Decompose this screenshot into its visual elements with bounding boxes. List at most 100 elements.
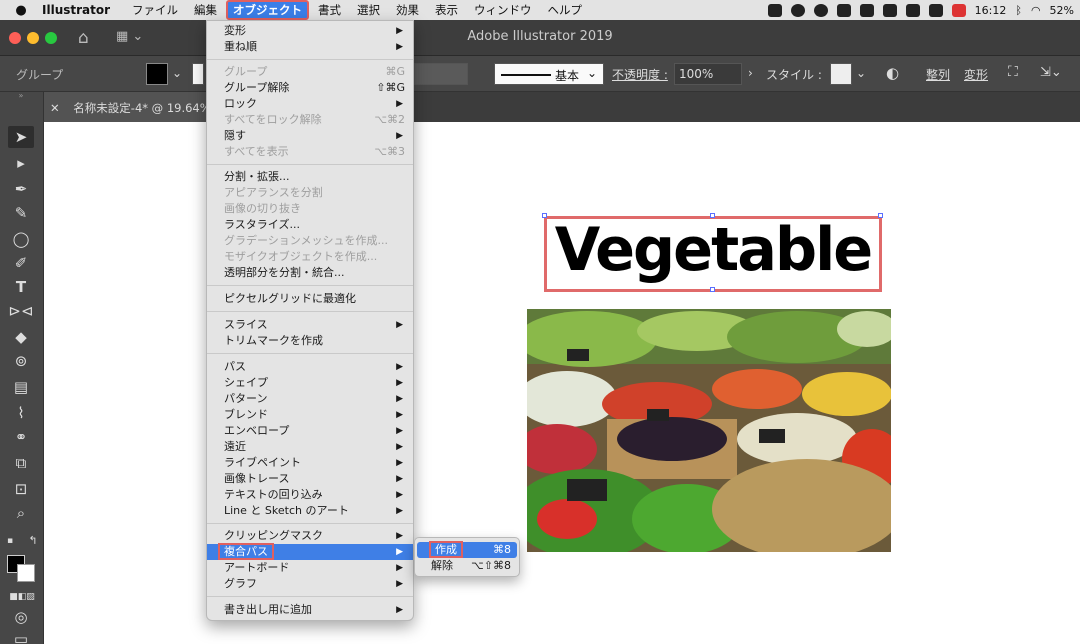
- selection-tool-icon[interactable]: ➤: [8, 126, 34, 148]
- menu-item-ungroup[interactable]: グループ解除 ⇧⌘G: [207, 80, 413, 96]
- close-tab-icon[interactable]: ✕: [50, 101, 60, 115]
- style-chevron-icon[interactable]: ⌄: [856, 66, 866, 80]
- panel-collapse-icon[interactable]: »: [8, 92, 34, 102]
- menu-item-image-trace[interactable]: 画像トレース ▶: [207, 471, 413, 487]
- artboard-canvas[interactable]: Vegetable: [44, 122, 1080, 644]
- menu-item-flatten-transparency[interactable]: 透明部分を分割・統合...: [207, 265, 413, 281]
- ellipse-tool-icon[interactable]: ◯: [8, 228, 34, 250]
- menu-help[interactable]: ヘルプ: [542, 1, 589, 19]
- default-colors-icon[interactable]: ▪: [4, 530, 16, 552]
- drawing-mode-icon[interactable]: ◎: [8, 606, 34, 628]
- gradient-tool-icon[interactable]: ▤: [8, 376, 34, 398]
- menu-item-path[interactable]: パス ▶: [207, 359, 413, 375]
- reflect-tool-icon[interactable]: ⊳⊲: [8, 300, 34, 322]
- menu-item-live-paint[interactable]: ライブペイント ▶: [207, 455, 413, 471]
- battery-percent[interactable]: 52%: [1050, 4, 1074, 17]
- screen-record-icon[interactable]: [767, 3, 782, 17]
- app-menu[interactable]: Illustrator: [42, 3, 110, 17]
- pen-tool-icon[interactable]: ✒: [8, 178, 34, 200]
- menu-edit[interactable]: 編集: [188, 1, 223, 19]
- menu-item-transform[interactable]: 変形 ▶: [207, 23, 413, 39]
- live-paint-tool-icon[interactable]: ⧉: [8, 452, 34, 474]
- eyedropper-tool-icon[interactable]: ⌇: [8, 402, 34, 424]
- headline-selection-box[interactable]: Vegetable: [544, 215, 882, 292]
- isolate-group-icon[interactable]: ⛶: [1008, 64, 1018, 80]
- selection-handle[interactable]: [542, 213, 547, 218]
- menu-item-arrange[interactable]: 重ね順 ▶: [207, 39, 413, 55]
- crown-icon[interactable]: [882, 3, 897, 17]
- wifi-icon[interactable]: ◠: [1031, 4, 1041, 17]
- menu-file[interactable]: ファイル: [126, 1, 184, 19]
- eraser-tool-icon[interactable]: ◆: [8, 326, 34, 348]
- selection-handle[interactable]: [710, 287, 715, 292]
- stroke-weight-field[interactable]: [414, 63, 468, 85]
- fill-swatch[interactable]: [146, 63, 168, 85]
- submenu-item-release[interactable]: 解除 ⌥⇧⌘8: [417, 558, 517, 574]
- menu-item-shape[interactable]: シェイプ ▶: [207, 375, 413, 391]
- menu-item-graph[interactable]: グラフ ▶: [207, 576, 413, 592]
- menu-item-line-sketch-art[interactable]: Line と Sketch のアート ▶: [207, 503, 413, 519]
- menu-select[interactable]: 選択: [351, 1, 386, 19]
- menu-item-artboards[interactable]: アートボード ▶: [207, 560, 413, 576]
- creative-cloud-icon[interactable]: [813, 3, 828, 17]
- calendar-app-icon[interactable]: [951, 3, 966, 17]
- document-tab[interactable]: ✕ 名称未設定-4* @ 19.64%: [44, 92, 206, 122]
- menu-item-hide[interactable]: 隠す ▶: [207, 128, 413, 144]
- opacity-field[interactable]: 100%: [674, 63, 742, 85]
- graphic-style-swatch[interactable]: [830, 63, 852, 85]
- menu-item-rasterize[interactable]: ラスタライズ...: [207, 217, 413, 233]
- menu-effect[interactable]: 効果: [390, 1, 425, 19]
- fill-dropdown-chevron-icon[interactable]: ⌄: [172, 66, 182, 80]
- align-button[interactable]: 整列: [926, 66, 950, 83]
- menu-item-compound-path[interactable]: 複合パス ▶: [207, 543, 413, 560]
- menu-item-lock[interactable]: ロック ▶: [207, 96, 413, 112]
- line-app-icon[interactable]: [790, 3, 805, 17]
- warp-tool-icon[interactable]: ⊚: [8, 350, 34, 372]
- clock[interactable]: 16:12: [975, 4, 1007, 17]
- menu-object[interactable]: オブジェクト: [226, 0, 310, 20]
- screen-mode-icon[interactable]: ▭: [8, 628, 34, 644]
- cloud-icon[interactable]: [836, 3, 851, 17]
- menu-item-perspective[interactable]: 遠近 ▶: [207, 439, 413, 455]
- stroke-profile-dropdown[interactable]: 基本 ⌄: [494, 63, 604, 85]
- color-mode-icons[interactable]: ■◧▨: [4, 586, 40, 608]
- download-tray-icon[interactable]: [928, 3, 943, 17]
- menu-item-text-wrap[interactable]: テキストの回り込み ▶: [207, 487, 413, 503]
- menu-window[interactable]: ウィンドウ: [468, 1, 538, 19]
- grid-app-icon[interactable]: [905, 3, 920, 17]
- vegetable-headline[interactable]: Vegetable: [550, 215, 875, 285]
- transform-button[interactable]: 変形: [964, 66, 988, 83]
- paintbrush-tool-icon[interactable]: ✐: [8, 252, 34, 274]
- curvature-tool-icon[interactable]: ✎: [8, 202, 34, 224]
- bluetooth-icon[interactable]: ᛒ: [1015, 4, 1022, 17]
- selection-handle[interactable]: [878, 213, 883, 218]
- zoom-tool-icon[interactable]: ⌕: [8, 502, 34, 524]
- arrange-documents-icon[interactable]: ⇲⌄: [1040, 65, 1062, 80]
- vegetable-market-photo[interactable]: [527, 309, 891, 552]
- recolor-artwork-icon[interactable]: ◐: [886, 64, 899, 82]
- menu-type[interactable]: 書式: [312, 1, 347, 19]
- submenu-item-make[interactable]: 作成 ⌘8: [417, 541, 517, 558]
- direct-selection-tool-icon[interactable]: ▸: [8, 152, 34, 174]
- menu-item-blend[interactable]: ブレンド ▶: [207, 407, 413, 423]
- menu-item-expand[interactable]: 分割・拡張...: [207, 169, 413, 185]
- menu-item-trim-marks[interactable]: トリムマークを作成: [207, 333, 413, 349]
- clipboard-icon[interactable]: [859, 3, 874, 17]
- menu-item-envelope[interactable]: エンベロープ ▶: [207, 423, 413, 439]
- menu-item-add-to-export[interactable]: 書き出し用に追加 ▶: [207, 602, 413, 618]
- menu-item-clipping-mask[interactable]: クリッピングマスク ▶: [207, 528, 413, 544]
- menu-view[interactable]: 表示: [429, 1, 464, 19]
- type-tool-icon[interactable]: T: [8, 276, 34, 298]
- menu-item-slice[interactable]: スライス ▶: [207, 317, 413, 333]
- menu-item-pattern[interactable]: パターン ▶: [207, 391, 413, 407]
- opacity-label[interactable]: 不透明度 :: [612, 66, 668, 83]
- stroke-swatch[interactable]: [192, 63, 204, 85]
- blend-tool-icon[interactable]: ⚭: [8, 426, 34, 448]
- menu-item-pixel-perfect[interactable]: ピクセルグリッドに最適化: [207, 291, 413, 307]
- artboard-tool-icon[interactable]: ⊡: [8, 478, 34, 500]
- stroke-color-box[interactable]: [17, 564, 35, 582]
- swap-colors-icon[interactable]: ↰: [26, 530, 40, 552]
- opacity-arrow-icon[interactable]: ›: [748, 66, 753, 80]
- selection-handle[interactable]: [710, 213, 715, 218]
- apple-icon[interactable]: ●: [0, 3, 42, 18]
